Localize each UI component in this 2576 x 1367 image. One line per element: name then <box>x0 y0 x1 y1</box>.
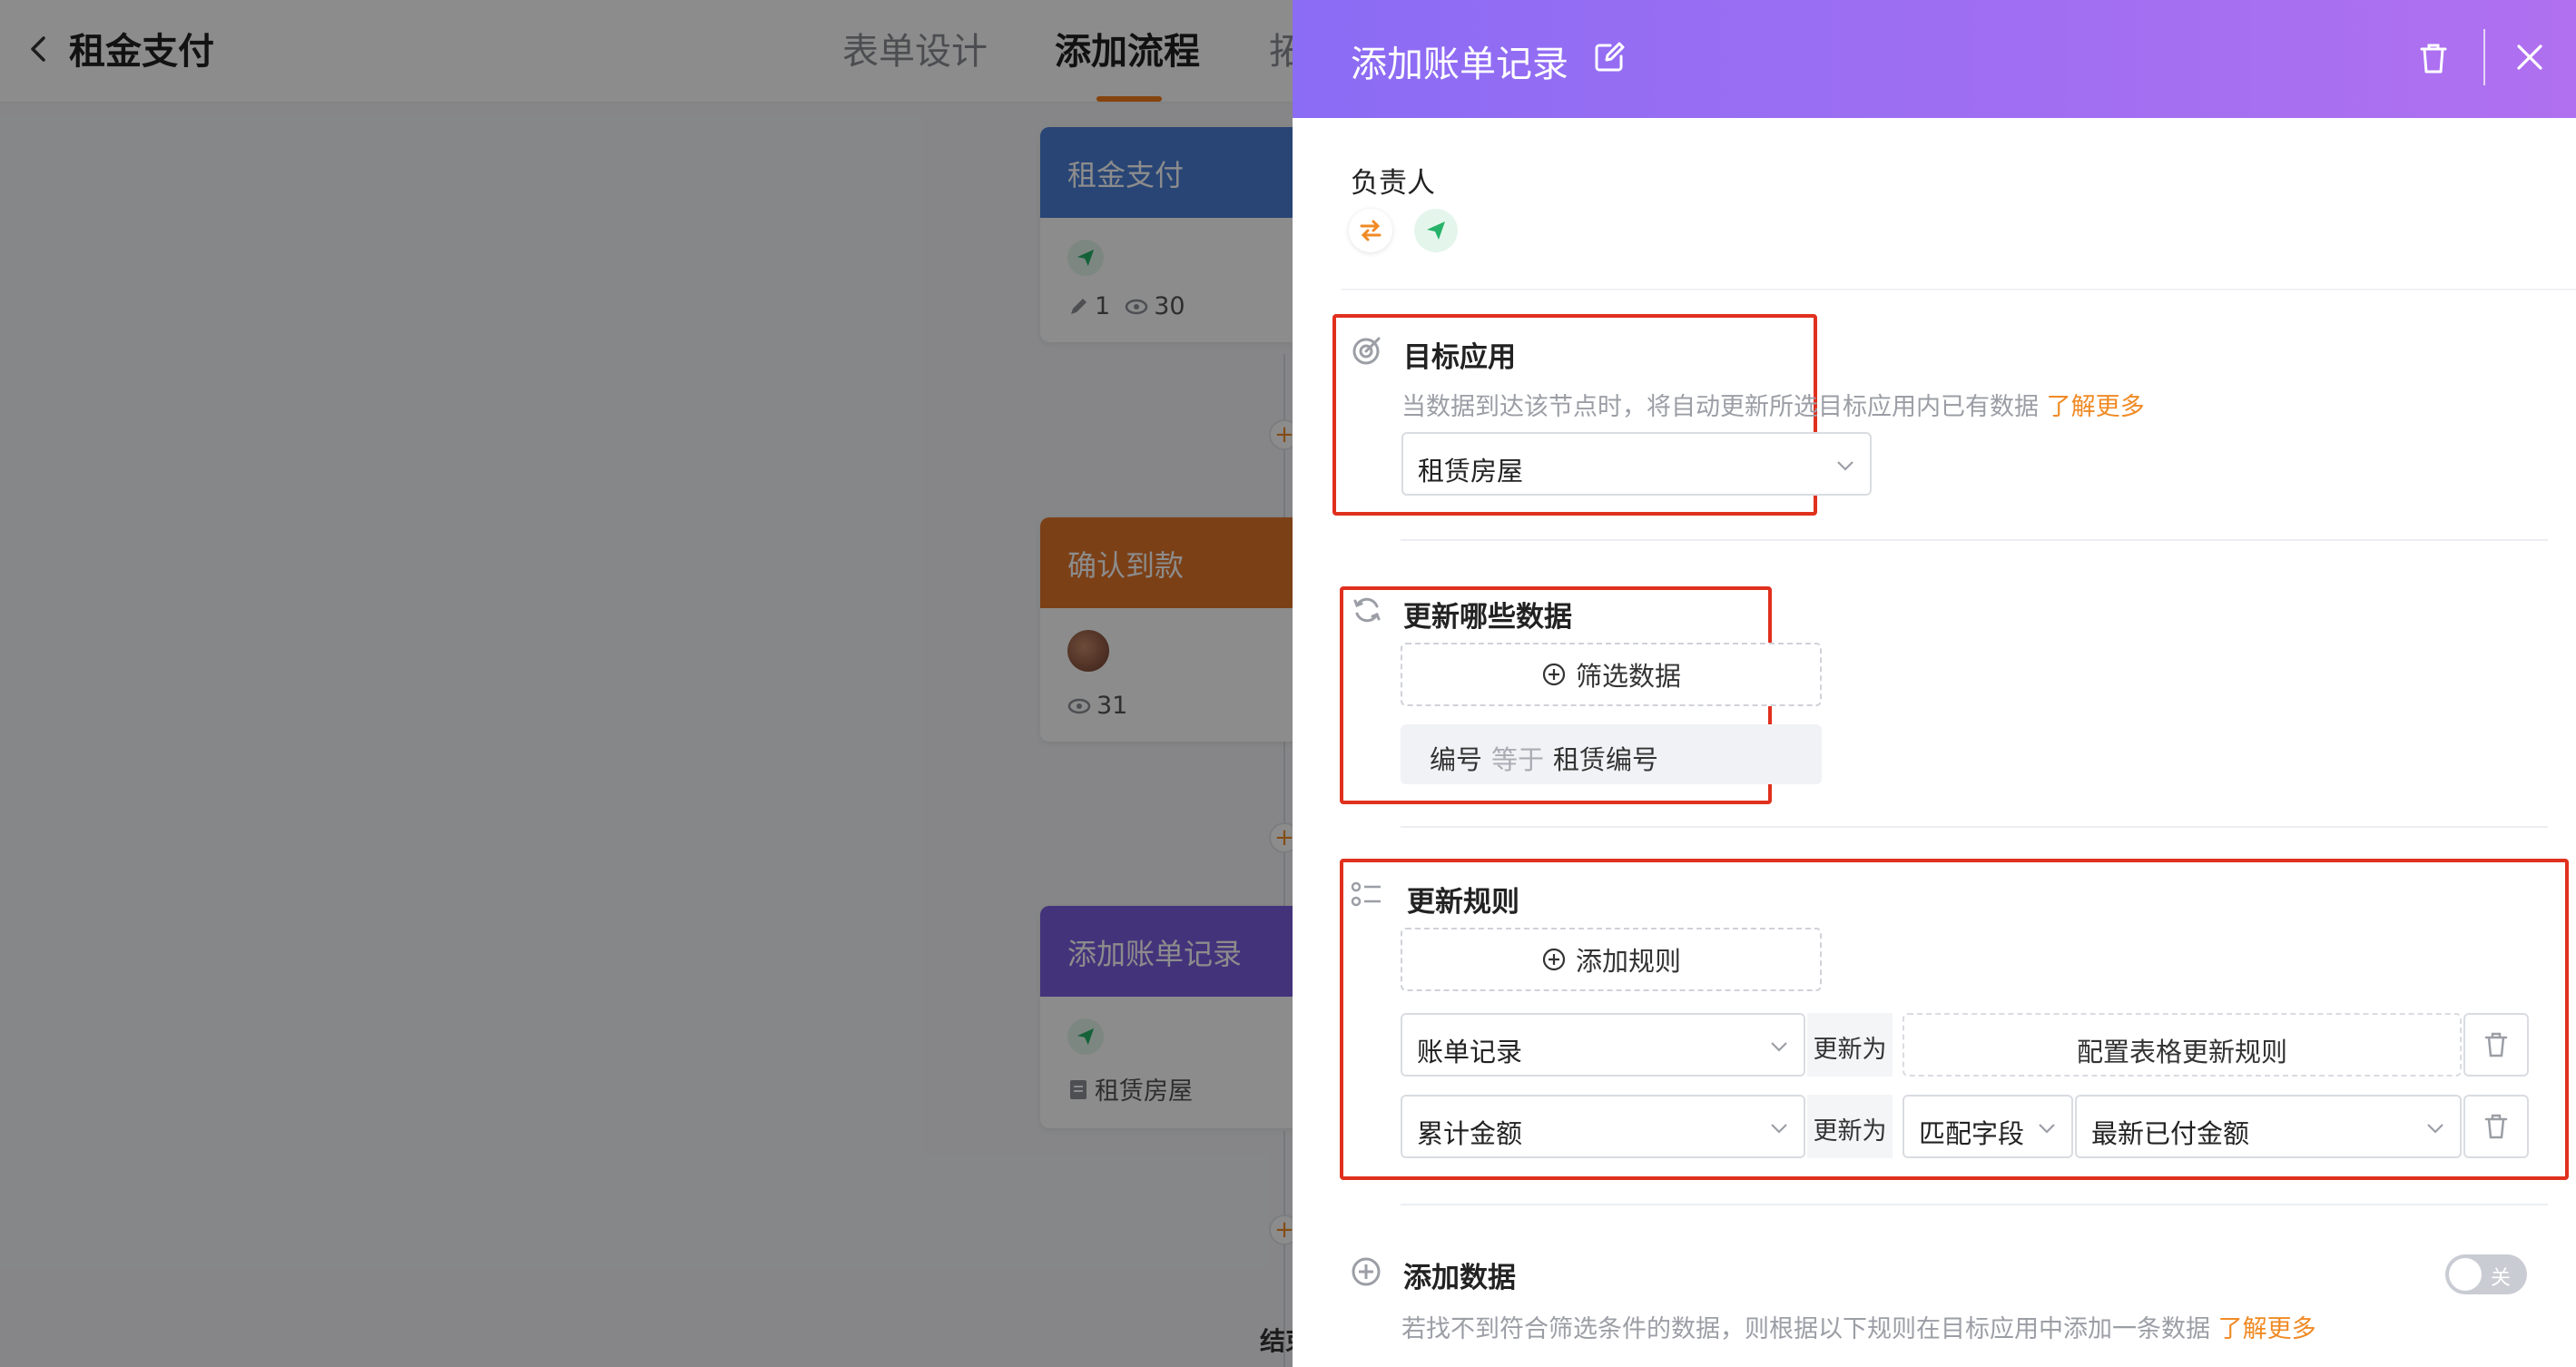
rule-field-value: 累计金额 <box>1417 1118 1523 1149</box>
send-icon[interactable] <box>1414 209 1458 252</box>
list-icon <box>1351 881 1381 907</box>
transfer-icon[interactable] <box>1349 209 1392 252</box>
add-circle-icon <box>1542 663 1566 686</box>
refresh-icon <box>1353 597 1381 623</box>
add-data-toggle[interactable]: 关 <box>2445 1254 2527 1294</box>
drawer-header: 添加账单记录 <box>1293 0 2576 118</box>
filter-data-button[interactable]: 筛选数据 <box>1401 643 1822 706</box>
condition-field: 编号 <box>1430 744 1483 775</box>
rule-mode-select[interactable]: 匹配字段 <box>1903 1095 2073 1158</box>
rule-field-select[interactable]: 累计金额 <box>1401 1095 1805 1158</box>
target-app-desc: 当数据到达该节点时，将自动更新所选目标应用内已有数据 了解更多 <box>1401 393 2145 421</box>
drawer-title: 添加账单记录 <box>1351 44 1568 85</box>
update-rules-title: 更新规则 <box>1407 886 1519 919</box>
toggle-label: 关 <box>2491 1267 2512 1290</box>
rule-source-value: 最新已付金额 <box>2091 1118 2250 1149</box>
rule-field-select[interactable]: 账单记录 <box>1401 1013 1805 1077</box>
section-divider <box>1401 826 2548 828</box>
node-config-drawer: 添加账单记录 负责人 目标应用 当数据到达该节点时，将自动更新所选目标应用内已有… <box>1293 0 2576 1367</box>
toggle-knob <box>2449 1258 2482 1291</box>
delete-node-icon[interactable] <box>2416 40 2451 76</box>
add-circle-icon <box>1542 948 1566 971</box>
delete-rule-button[interactable] <box>2463 1095 2529 1158</box>
edit-title-icon[interactable] <box>1592 40 1627 74</box>
owner-label: 负责人 <box>1351 167 1435 200</box>
section-divider <box>1401 539 2548 541</box>
target-app-value: 租赁房屋 <box>1418 456 1524 487</box>
add-rule-label: 添加规则 <box>1575 946 1681 977</box>
filter-data-label: 筛选数据 <box>1575 661 1681 692</box>
close-icon[interactable] <box>2514 42 2545 73</box>
target-icon <box>1352 337 1381 365</box>
add-data-title: 添加数据 <box>1403 1262 1516 1294</box>
chevron-down-icon <box>1771 1042 1787 1052</box>
filter-condition[interactable]: 编号 等于 租赁编号 <box>1401 724 1822 784</box>
add-rule-button[interactable]: 添加规则 <box>1401 928 1822 991</box>
rule-source-select[interactable]: 最新已付金额 <box>2075 1095 2462 1158</box>
section-divider <box>1401 1204 2548 1205</box>
configure-table-rule-button[interactable]: 配置表格更新规则 <box>1903 1013 2462 1077</box>
chevron-down-icon <box>2039 1124 2055 1134</box>
rule-mode-value: 匹配字段 <box>1919 1118 2025 1149</box>
header-divider <box>2483 29 2485 85</box>
condition-operator: 等于 <box>1491 744 1545 775</box>
learn-more-link[interactable]: 了解更多 <box>2218 1315 2316 1343</box>
add-data-desc: 若找不到符合筛选条件的数据，则根据以下规则在目标应用中添加一条数据 了解更多 <box>1401 1315 2316 1343</box>
which-data-title: 更新哪些数据 <box>1403 601 1572 634</box>
chevron-down-icon <box>2427 1124 2443 1134</box>
chevron-down-icon <box>1837 461 1853 471</box>
trash-icon <box>2484 1032 2508 1057</box>
target-app-select[interactable]: 租赁房屋 <box>1401 432 1872 496</box>
learn-more-link[interactable]: 了解更多 <box>2047 393 2145 421</box>
condition-value: 租赁编号 <box>1553 744 1659 775</box>
trash-icon <box>2484 1114 2508 1139</box>
modal-overlay[interactable] <box>0 0 1293 1367</box>
rule-field-value: 账单记录 <box>1417 1037 1523 1067</box>
delete-rule-button[interactable] <box>2463 1013 2529 1077</box>
update-to-label: 更新为 <box>1807 1013 1893 1077</box>
update-to-label: 更新为 <box>1807 1095 1893 1158</box>
target-app-title: 目标应用 <box>1403 341 1516 374</box>
section-divider <box>1342 289 2576 290</box>
chevron-down-icon <box>1771 1124 1787 1134</box>
add-circle-icon <box>1352 1257 1381 1286</box>
